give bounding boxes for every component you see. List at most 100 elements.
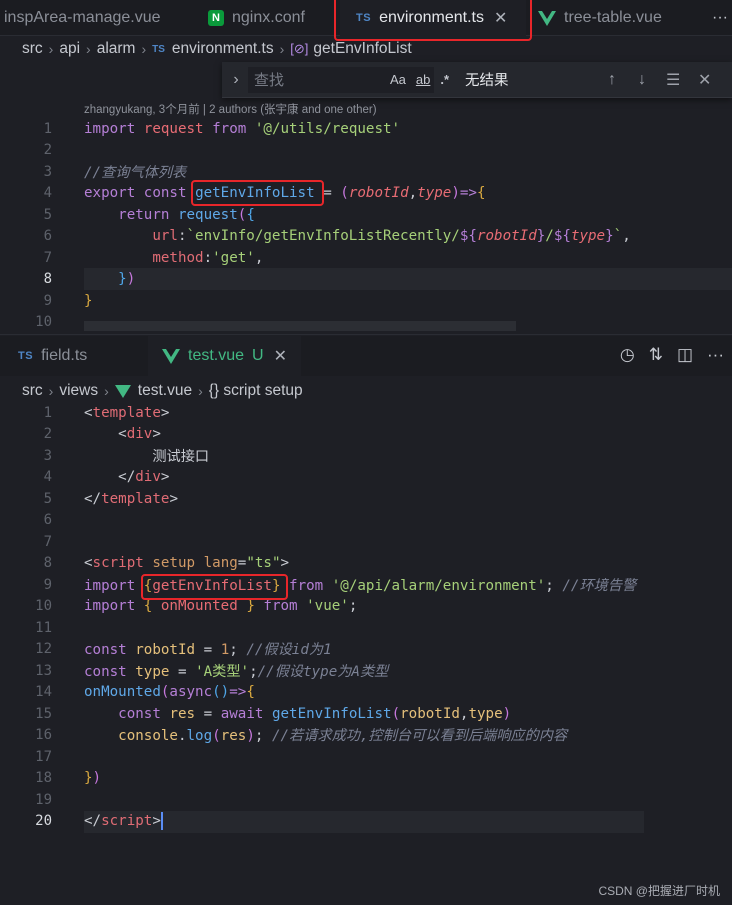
find-placeholder: 查找	[254, 72, 285, 89]
code-line: 14 onMounted(async()=>{	[0, 682, 732, 704]
code-line: 7 method:'get',	[0, 247, 732, 269]
code-token: type	[468, 705, 503, 722]
breadcrumb-item[interactable]: src	[22, 40, 43, 58]
git-compare-icon[interactable]: ⇅	[649, 345, 663, 365]
code-token: const	[84, 642, 127, 659]
code-token: =	[314, 185, 341, 202]
code-token: const	[143, 185, 187, 202]
line-number: 12	[35, 641, 52, 658]
code-token: script	[101, 813, 153, 830]
code-token: await	[220, 705, 264, 722]
code-token: script	[92, 555, 144, 572]
find-input[interactable]: 查找	[248, 66, 434, 93]
line-number: 10	[35, 598, 52, 615]
git-blame-annotation[interactable]: zhangyukang, 3个月前 | 2 authors (张宇康 and o…	[84, 101, 377, 117]
toggle-replace-icon[interactable]: ›	[224, 71, 248, 89]
code-token: div	[135, 469, 161, 486]
arrow-down-icon[interactable]: ↓	[638, 71, 646, 89]
code-token: 'A类型'	[195, 663, 250, 680]
code-line: 5 return request({	[0, 204, 732, 226]
code-line: 9 import {getEnvInfoList} from '@/api/al…	[0, 574, 732, 596]
tab-label: inspArea-manage.vue	[4, 9, 161, 26]
chevron-right-icon: ›	[48, 41, 54, 57]
code-token: return	[118, 206, 170, 223]
split-editor-icon[interactable]: ◫	[677, 345, 693, 365]
code-line: 7	[0, 531, 732, 553]
ts-icon: TS	[152, 43, 165, 55]
history-icon[interactable]: ◷	[620, 345, 635, 365]
untracked-badge: U	[252, 347, 264, 364]
code-comment: //假设type为A类型	[257, 663, 389, 680]
find-result: 无结果	[465, 73, 509, 89]
vue-icon	[538, 10, 556, 26]
code-line: 20 </script>	[0, 811, 732, 833]
close-icon[interactable]: ✕	[274, 346, 287, 366]
code-token: robotId	[348, 185, 409, 202]
line-number: 13	[35, 662, 52, 679]
tab-field-ts[interactable]: TS field.ts	[18, 336, 87, 376]
arrow-up-icon[interactable]: ↑	[608, 71, 616, 89]
tab-tree-table[interactable]: tree-table.vue	[538, 0, 662, 36]
code-line: 8 <script setup lang="ts">	[0, 553, 732, 575]
code-token: getEnvInfoList	[152, 577, 272, 594]
text-cursor	[160, 812, 163, 831]
line-number: 6	[43, 512, 52, 529]
close-icon[interactable]: ✕	[698, 70, 711, 90]
top-tab-bar: inspArea-manage.vue N nginx.conf TS envi…	[0, 0, 732, 36]
match-case-button[interactable]: Aa	[390, 72, 406, 87]
tab-insparea-manage[interactable]: inspArea-manage.vue	[4, 0, 161, 36]
code-token: request	[143, 120, 204, 137]
code-line: 9 }	[0, 290, 732, 312]
find-in-selection-icon[interactable]: ☰	[666, 70, 680, 90]
breadcrumb-file[interactable]: test.vue	[138, 382, 192, 400]
code-line: 3 //查询气体列表	[0, 161, 732, 183]
line-number: 8	[43, 271, 52, 288]
code-comment: //假设id为1	[246, 642, 332, 659]
line-number: 11	[35, 619, 52, 636]
code-line: 4 export const getEnvInfoList = (robotId…	[0, 183, 732, 205]
breadcrumb-item[interactable]: alarm	[97, 40, 136, 58]
horizontal-scrollbar[interactable]	[84, 321, 516, 331]
more-actions-icon[interactable]: ···	[712, 0, 728, 36]
line-number: 7	[43, 533, 52, 550]
regex-button[interactable]: .*	[440, 72, 449, 87]
breadcrumb-file[interactable]: environment.ts	[172, 40, 274, 58]
code-line: 1 import request from '@/utils/request'	[0, 118, 732, 140]
more-actions-icon[interactable]: ···	[707, 345, 724, 365]
tab-nginx-conf[interactable]: N nginx.conf	[208, 0, 305, 36]
line-number: 2	[43, 426, 52, 443]
code-line: 5 </template>	[0, 488, 732, 510]
whole-word-button[interactable]: ab	[416, 72, 430, 87]
line-number: 1	[43, 120, 52, 137]
code-token: lang	[203, 555, 238, 572]
breadcrumb: src › views › test.vue › {} script setup	[0, 378, 732, 404]
breadcrumb-symbol[interactable]: {} script setup	[209, 382, 303, 400]
vue-icon	[114, 384, 131, 398]
line-number: 3	[43, 163, 52, 180]
tab-environment-ts[interactable]: TS environment.ts ✕	[340, 0, 526, 36]
code-token: import	[84, 577, 136, 594]
code-line: 6	[0, 510, 732, 532]
breadcrumb-symbol[interactable]: getEnvInfoList	[313, 40, 411, 58]
breadcrumb-item[interactable]: views	[59, 382, 98, 400]
top-editor[interactable]: 1 import request from '@/utils/request' …	[0, 118, 732, 334]
tab-test-vue[interactable]: test.vue U ✕	[148, 336, 301, 376]
breadcrumb-item[interactable]: src	[22, 382, 43, 400]
close-icon[interactable]: ✕	[494, 8, 507, 28]
code-line: 12 const robotId = 1; //假设id为1	[0, 639, 732, 661]
line-number: 16	[35, 727, 52, 744]
code-line: 2 <div>	[0, 424, 732, 446]
code-token: getEnvInfoList	[195, 185, 315, 202]
line-number: 4	[43, 469, 52, 486]
bottom-editor[interactable]: 1 <template> 2 <div> 3 测试接口 4 </div> 5 <…	[0, 402, 732, 842]
split-divider[interactable]	[0, 334, 732, 335]
code-token: res	[220, 728, 247, 745]
code-token: export	[84, 185, 136, 202]
code-token: type	[135, 663, 170, 680]
code-token: template	[101, 490, 170, 507]
breadcrumb-item[interactable]: api	[59, 40, 80, 58]
code-token: robotId	[400, 705, 460, 722]
code-token: 'get'	[212, 249, 255, 266]
chevron-right-icon: ›	[104, 383, 109, 399]
code-token: async	[169, 684, 213, 701]
